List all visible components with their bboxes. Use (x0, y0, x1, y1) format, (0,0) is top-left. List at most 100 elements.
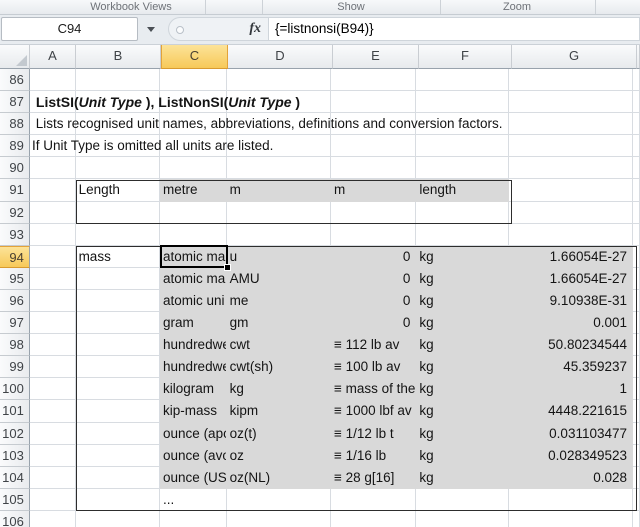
cell-A105[interactable] (30, 489, 76, 511)
cell-D93[interactable] (227, 224, 331, 246)
cell-E99[interactable]: ≡ 100 lb av (331, 356, 416, 378)
formula-input[interactable]: {=listnonsi(B94)} (268, 17, 640, 41)
cell-D89[interactable] (227, 135, 331, 157)
cell-G101[interactable]: 4448.221615 (509, 400, 633, 422)
cell-F100[interactable]: kg (416, 378, 508, 400)
cell-C98[interactable]: hundredwe (160, 334, 227, 356)
select-all-corner[interactable] (0, 45, 30, 69)
cell-B102[interactable] (76, 423, 160, 445)
row-header-99[interactable]: 99 (0, 356, 30, 378)
cell-C93[interactable] (160, 224, 227, 246)
cell-B103[interactable] (76, 445, 160, 467)
cell-G92[interactable] (509, 202, 633, 224)
cell-A98[interactable] (30, 334, 76, 356)
cell-F99[interactable]: kg (416, 356, 508, 378)
cell-E87[interactable] (331, 91, 416, 113)
cell-F101[interactable]: kg (416, 400, 508, 422)
row-header-102[interactable]: 102 (0, 423, 30, 445)
cell-D103[interactable]: oz (227, 445, 331, 467)
cell-D87[interactable] (227, 91, 331, 113)
row-header-87[interactable]: 87 (0, 91, 30, 113)
cell-D102[interactable]: oz(t) (227, 423, 331, 445)
cell-F92[interactable] (416, 202, 508, 224)
cell-F87[interactable] (416, 91, 508, 113)
cell-C86[interactable] (160, 69, 227, 91)
row-header-103[interactable]: 103 (0, 445, 30, 467)
cell-B90[interactable] (76, 157, 160, 179)
cell-B87[interactable] (76, 91, 160, 113)
cell-A91[interactable] (30, 179, 76, 201)
cell-G98[interactable]: 50.80234544 (509, 334, 633, 356)
cell-F91[interactable]: length (416, 179, 508, 201)
cell-F103[interactable]: kg (416, 445, 508, 467)
cell-G86[interactable] (509, 69, 633, 91)
cell-A100[interactable] (30, 378, 76, 400)
cell-D94[interactable]: u (227, 246, 331, 268)
cell-A104[interactable] (30, 467, 76, 489)
cell-C106[interactable] (160, 511, 227, 527)
cell-B95[interactable] (76, 268, 160, 290)
row-header-105[interactable]: 105 (0, 489, 30, 511)
row-header-104[interactable]: 104 (0, 467, 30, 489)
cell-C104[interactable]: ounce (US (160, 467, 227, 489)
column-header-c[interactable]: C (161, 45, 228, 69)
column-header-a[interactable]: A (30, 45, 76, 69)
cell-D86[interactable] (227, 69, 331, 91)
cell-G99[interactable]: 45.359237 (509, 356, 633, 378)
row-header-88[interactable]: 88 (0, 113, 30, 135)
cell-G87[interactable] (509, 91, 633, 113)
cell-C103[interactable]: ounce (avo (160, 445, 227, 467)
cell-E106[interactable] (331, 511, 416, 527)
row-header-95[interactable]: 95 (0, 268, 30, 290)
cell-G88[interactable] (509, 113, 633, 135)
cell-B93[interactable] (76, 224, 160, 246)
cell-A99[interactable] (30, 356, 76, 378)
cell-B105[interactable] (76, 489, 160, 511)
cell-C101[interactable]: kip-mass (160, 400, 227, 422)
cell-F104[interactable]: kg (416, 467, 508, 489)
cell-G89[interactable] (509, 135, 633, 157)
name-box[interactable]: C94 (1, 17, 138, 41)
cell-E91[interactable]: m (331, 179, 416, 201)
cell-B106[interactable] (76, 511, 160, 527)
cell-A86[interactable] (30, 69, 76, 91)
cell-G104[interactable]: 0.028 (509, 467, 633, 489)
cell-D97[interactable]: gm (227, 312, 331, 334)
cell-E94[interactable]: 0 (331, 246, 416, 268)
cell-B89[interactable] (76, 135, 160, 157)
cell-E101[interactable]: ≡ 1000 lbf av (331, 400, 416, 422)
column-header-e[interactable]: E (333, 45, 419, 69)
cell-A92[interactable] (30, 202, 76, 224)
cell-B96[interactable] (76, 290, 160, 312)
cell-E103[interactable]: ≡ 1/16 lb (331, 445, 416, 467)
cell-B98[interactable] (76, 334, 160, 356)
cell-D104[interactable]: oz(NL) (227, 467, 331, 489)
cell-B104[interactable] (76, 467, 160, 489)
cell-E102[interactable]: ≡ 1/12 lb t (331, 423, 416, 445)
cell-D106[interactable] (227, 511, 331, 527)
cell-G93[interactable] (509, 224, 633, 246)
cell-A103[interactable] (30, 445, 76, 467)
cell-G94[interactable]: 1.66054E-27 (509, 246, 633, 268)
cell-E104[interactable]: ≡ 28 g[16] (331, 467, 416, 489)
cell-G97[interactable]: 0.001 (509, 312, 633, 334)
cell-G91[interactable] (509, 179, 633, 201)
cell-F98[interactable]: kg (416, 334, 508, 356)
cell-F95[interactable]: kg (416, 268, 508, 290)
cell-D91[interactable]: m (227, 179, 331, 201)
cell-A102[interactable] (30, 423, 76, 445)
row-header-86[interactable]: 86 (0, 69, 30, 91)
cell-D92[interactable] (227, 202, 331, 224)
cell-F93[interactable] (416, 224, 508, 246)
cell-E98[interactable]: ≡ 112 lb av (331, 334, 416, 356)
row-header-96[interactable]: 96 (0, 290, 30, 312)
row-header-92[interactable]: 92 (0, 202, 30, 224)
cell-B92[interactable] (76, 202, 160, 224)
cell-A87[interactable] (30, 91, 76, 113)
row-header-89[interactable]: 89 (0, 135, 30, 157)
cell-G96[interactable]: 9.10938E-31 (509, 290, 633, 312)
cell-C88[interactable] (160, 113, 227, 135)
cell-C102[interactable]: ounce (apo (160, 423, 227, 445)
cell-A101[interactable] (30, 400, 76, 422)
cell-D95[interactable]: AMU (227, 268, 331, 290)
